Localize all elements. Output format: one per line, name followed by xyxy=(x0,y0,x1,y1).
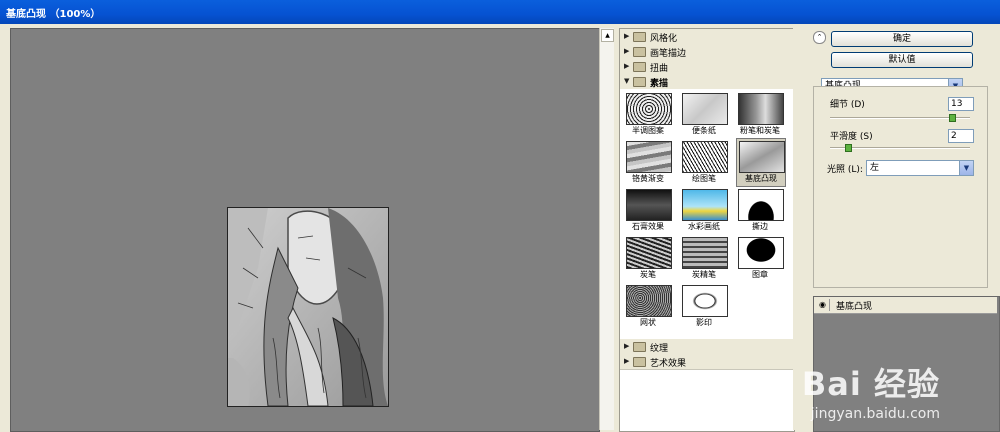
window-title: 基底凸现 （100%） xyxy=(6,9,101,20)
thumb-image xyxy=(738,93,784,125)
folder-icon xyxy=(633,342,646,352)
thumb-water-paper[interactable]: 水彩画纸 xyxy=(680,187,728,234)
filter-params: 细节 (D) 13 平滑度 (S) 2 光照 (L): 左 ▼ xyxy=(813,86,988,288)
scroll-up-icon[interactable]: ▲ xyxy=(601,29,614,42)
sketch-thumbnails: 半调图案 便条纸 粉笔和炭笔 铬黄渐变 绘图笔 基底凸现 石膏效果 水彩画纸 撕… xyxy=(620,89,794,339)
preview-image-art xyxy=(228,208,388,406)
category-texture[interactable]: ▶ 纹理 xyxy=(620,339,794,355)
folder-icon xyxy=(633,357,646,367)
thumb-image xyxy=(626,189,672,221)
thumb-chrome[interactable]: 铬黄渐变 xyxy=(624,139,672,186)
category-distort[interactable]: ▶ 扭曲 xyxy=(620,59,794,75)
thumb-image xyxy=(738,237,784,269)
triangle-right-icon: ▶ xyxy=(624,47,630,55)
folder-icon xyxy=(633,77,646,87)
preview-vertical-scrollbar[interactable]: ▲ xyxy=(599,28,614,430)
triangle-right-icon: ▶ xyxy=(624,32,630,40)
thumb-graphic-pen[interactable]: 绘图笔 xyxy=(680,139,728,186)
preview-image xyxy=(227,207,389,407)
watermark-url: jingyan.baidu.com xyxy=(810,406,940,422)
category-stylize[interactable]: ▶ 风格化 xyxy=(620,29,794,45)
collapse-icon[interactable]: ⌃ xyxy=(813,31,826,44)
thumb-photocopy[interactable]: 影印 xyxy=(680,283,728,330)
thumb-bas-relief[interactable]: 基底凸现 xyxy=(736,138,786,187)
triangle-right-icon: ▶ xyxy=(624,62,630,70)
thumb-image xyxy=(626,285,672,317)
folder-icon xyxy=(633,47,646,57)
eye-icon[interactable]: ◉ xyxy=(816,299,830,311)
category-sketch[interactable]: ▼ 素描 xyxy=(620,74,794,90)
default-button[interactable]: 默认值 xyxy=(831,52,973,68)
triangle-right-icon: ▶ xyxy=(624,357,630,365)
chevron-down-icon: ▼ xyxy=(959,161,973,175)
thumb-halftone[interactable]: 半调图案 xyxy=(624,91,672,138)
detail-label: 细节 (D) xyxy=(830,100,865,110)
thumb-conte-crayon[interactable]: 炭精笔 xyxy=(680,235,728,282)
category-artistic[interactable]: ▶ 艺术效果 xyxy=(620,354,794,370)
triangle-right-icon: ▶ xyxy=(624,342,630,350)
thumb-torn-edges[interactable]: 撕边 xyxy=(736,187,784,234)
filter-gallery: ▶ 风格化 ▶ 画笔描边 ▶ 扭曲 ▼ 素描 半调图案 便条纸 粉笔和炭笔 铬黄… xyxy=(619,28,795,432)
thumb-image xyxy=(739,141,785,173)
title-bar: 基底凸现 （100%） xyxy=(0,0,1000,24)
thumb-stamp[interactable]: 图章 xyxy=(736,235,784,282)
smoothness-slider-knob[interactable] xyxy=(845,144,853,152)
category-brush-strokes[interactable]: ▶ 画笔描边 xyxy=(620,44,794,60)
thumb-image xyxy=(626,237,672,269)
thumb-image xyxy=(682,237,728,269)
preview-canvas[interactable] xyxy=(10,28,600,432)
thumb-note-paper[interactable]: 便条纸 xyxy=(680,91,728,138)
thumb-chalk-charcoal[interactable]: 粉笔和炭笔 xyxy=(736,91,784,138)
ok-button[interactable]: 确定 xyxy=(831,31,973,47)
smoothness-label: 平滑度 (S) xyxy=(830,132,873,142)
thumb-charcoal[interactable]: 炭笔 xyxy=(624,235,672,282)
triangle-down-icon: ▼ xyxy=(624,77,630,85)
light-select[interactable]: 左 ▼ xyxy=(866,160,974,176)
thumb-image xyxy=(626,141,672,173)
thumb-image xyxy=(682,285,728,317)
folder-icon xyxy=(633,32,646,42)
thumb-image xyxy=(682,141,728,173)
thumb-image xyxy=(682,93,728,125)
detail-input[interactable]: 13 xyxy=(948,97,974,111)
thumb-image xyxy=(626,93,672,125)
thumb-plaster[interactable]: 石膏效果 xyxy=(624,187,672,234)
detail-slider-knob[interactable] xyxy=(948,114,956,122)
effect-layer-row[interactable]: ◉ 基底凸现 xyxy=(814,297,997,314)
thumb-image xyxy=(738,189,784,221)
gallery-scrollbar[interactable] xyxy=(793,28,801,430)
folder-icon xyxy=(633,62,646,72)
thumb-image xyxy=(682,189,728,221)
thumb-reticulation[interactable]: 网状 xyxy=(624,283,672,330)
smoothness-input[interactable]: 2 xyxy=(948,129,974,143)
light-label: 光照 (L): xyxy=(827,165,863,175)
watermark-logo: Bai 经验 xyxy=(801,365,940,403)
